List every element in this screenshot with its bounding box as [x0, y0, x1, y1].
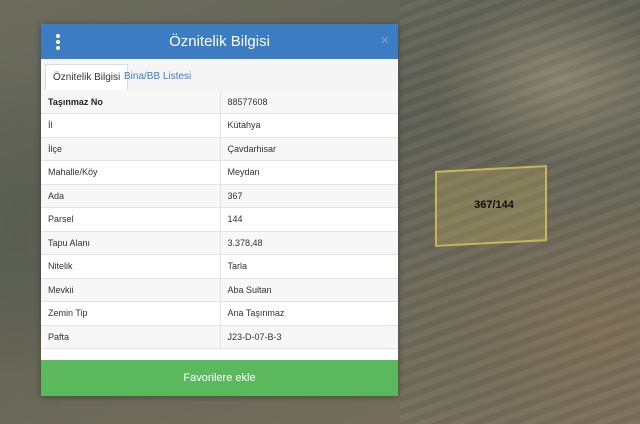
add-to-favorites-button[interactable]: Favorilere ekle — [41, 360, 398, 396]
attribute-key: Taşınmaz No — [41, 90, 221, 114]
panel-title: Öznitelik Bilgisi — [169, 33, 270, 50]
attribute-info-panel: Öznitelik Bilgisi × Öznitelik Bilgisi Bi… — [41, 24, 398, 396]
attribute-key: Mevkii — [41, 278, 221, 302]
table-row: Nitelik Tarla — [41, 254, 398, 279]
close-icon[interactable]: × — [380, 32, 389, 49]
attribute-table: Taşınmaz No 88577608 İl Kütahya İlçe Çavdarhi… — [41, 90, 398, 349]
tab-attribute-info[interactable]: Öznitelik Bilgisi — [45, 64, 129, 91]
attribute-value: Kütahya — [220, 113, 398, 138]
table-row: İlçe Çavdarhisar — [41, 137, 398, 161]
attribute-value: Ana Taşınmaz — [220, 301, 398, 326]
attribute-key: Pafta — [41, 325, 221, 349]
attribute-key: Tapu Alanı — [41, 231, 221, 255]
tab-bar: Öznitelik Bilgisi Bina/BB Listesi — [41, 59, 398, 91]
table-row: Pafta J23-D-07-B-3 — [41, 325, 398, 349]
attribute-key: Ada — [41, 184, 221, 208]
attribute-key: Zemin Tip — [41, 301, 221, 326]
attribute-key: Nitelik — [41, 254, 221, 279]
attribute-value: 88577608 — [220, 90, 398, 114]
attribute-value: 3.378,48 — [220, 231, 398, 255]
table-row: Tapu Alanı 3.378,48 — [41, 231, 398, 255]
attribute-key: Mahalle/Köy — [41, 160, 221, 185]
table-row: Mahalle/Köy Meydan — [41, 160, 398, 185]
parcel-label: 367/144 — [474, 199, 514, 211]
table-row: Ada 367 — [41, 184, 398, 208]
attribute-value: 144 — [220, 207, 398, 232]
table-row: Taşınmaz No 88577608 — [41, 90, 398, 114]
attribute-value: 367 — [220, 184, 398, 208]
table-row: İl Kütahya — [41, 113, 398, 138]
attribute-key: Parsel — [41, 207, 221, 232]
table-row: Zemin Tip Ana Taşınmaz — [41, 301, 398, 326]
attribute-value: J23-D-07-B-3 — [220, 325, 398, 349]
tab-building-list[interactable]: Bina/BB Listesi — [117, 64, 198, 90]
attribute-key: İlçe — [41, 137, 221, 161]
attribute-key: İl — [41, 113, 221, 138]
table-row: Parsel 144 — [41, 207, 398, 232]
attribute-value: Meydan — [220, 160, 398, 185]
table-row: Mevkii Aba Sultan — [41, 278, 398, 302]
attribute-value: Çavdarhisar — [220, 137, 398, 161]
attribute-value: Aba Sultan — [220, 278, 398, 302]
attribute-value: Tarla — [220, 254, 398, 279]
panel-header: Öznitelik Bilgisi × — [41, 24, 398, 59]
